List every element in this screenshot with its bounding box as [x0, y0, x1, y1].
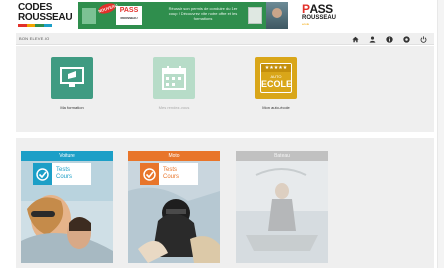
banner-text: Réussir son permis de conduire du 1er co…: [168, 6, 238, 21]
toolbar: BON ELEVE.IO: [16, 33, 434, 45]
pass-logo-rest: ASS: [309, 2, 334, 16]
tests-cours-text: Tests Cours: [52, 163, 91, 185]
pass-rousseau-logo-tag: ecole: [302, 22, 310, 26]
auto-ecole-sign-icon: ★★★★★ AUTO ECOLE: [260, 63, 292, 93]
info-icon[interactable]: [384, 34, 394, 44]
tests-cours-badge[interactable]: Tests Cours: [33, 163, 91, 185]
banner-calendar-image: [248, 7, 262, 24]
pass-logo-letter: P: [302, 2, 310, 16]
nouveau-badge: NOUVEAU: [97, 2, 119, 16]
power-icon[interactable]: [418, 34, 428, 44]
settings-icon[interactable]: [401, 34, 411, 44]
card-moto[interactable]: Moto Tests Cours: [128, 151, 220, 263]
monitor-icon: [60, 67, 84, 87]
logo-line-2: ROUSSEAU: [18, 12, 73, 23]
tests-cours-badge[interactable]: Tests Cours: [140, 163, 198, 185]
banner-driver-image: [266, 2, 288, 29]
tile-icon-bg: [153, 57, 195, 99]
codes-rousseau-logo[interactable]: CODES ROUSSEAU: [18, 3, 73, 29]
bateau-photo-art: [236, 161, 328, 263]
card-title: Moto: [128, 151, 220, 161]
tests-link[interactable]: Tests: [163, 167, 198, 174]
toolbar-icons: [350, 34, 428, 44]
bateau-photo: [236, 161, 328, 263]
card-voiture[interactable]: Voiture Tests Cours: [21, 151, 113, 263]
toolbar-label: BON ELEVE.IO: [19, 36, 50, 41]
pass-brand: PASS: [119, 7, 139, 14]
tests-link[interactable]: Tests: [56, 167, 91, 174]
sign-stars: ★★★★★: [261, 64, 291, 72]
cours-link[interactable]: Cours: [163, 174, 198, 181]
header: CODES ROUSSEAU NOUVEAU PASS ROUSSEAU Réu…: [16, 0, 434, 31]
banner-phone-image: [82, 8, 96, 24]
check-circle-icon: [33, 163, 52, 185]
pass-rousseau-mini-logo: PASS ROUSSEAU: [116, 6, 142, 25]
logo-color-stripe: [18, 24, 52, 27]
tile-label: Mon auto-école: [262, 105, 290, 110]
pass-rousseau-logo-title: PASS: [302, 3, 342, 15]
tile-icon-bg: [51, 57, 93, 99]
calendar-icon: [162, 66, 186, 90]
promo-banner[interactable]: NOUVEAU PASS ROUSSEAU Réussir son permis…: [78, 2, 288, 29]
tile-mon-auto-ecole[interactable]: ★★★★★ AUTO ECOLE Mon auto-école: [246, 57, 306, 110]
tiles-panel: Ma formation Mes rendez-vous ★★★★★ AUTO: [16, 46, 434, 132]
pass-sub: ROUSSEAU: [120, 16, 138, 20]
page-scrollbar[interactable]: [437, 0, 444, 268]
card-bateau[interactable]: Bateau: [236, 151, 328, 263]
app-page: CODES ROUSSEAU NOUVEAU PASS ROUSSEAU Réu…: [16, 0, 434, 268]
tile-mes-rendez-vous[interactable]: Mes rendez-vous: [144, 57, 204, 110]
tile-icon-bg: ★★★★★ AUTO ECOLE: [255, 57, 297, 99]
card-title: Bateau: [236, 151, 328, 161]
card-title: Voiture: [21, 151, 113, 161]
tile-label: Ma formation: [60, 105, 84, 110]
tile-label: Mes rendez-vous: [158, 105, 190, 110]
sign-bottom: ECOLE: [261, 79, 293, 89]
pass-rousseau-logo[interactable]: PASS ROUSSEAU ecole: [302, 3, 342, 29]
tile-ma-formation[interactable]: Ma formation: [42, 57, 102, 110]
user-icon[interactable]: [367, 34, 377, 44]
tests-cours-text: Tests Cours: [159, 163, 198, 185]
pass-rousseau-logo-sub: ROUSSEAU: [302, 15, 337, 21]
cards-panel: Voiture Tests Cours Moto Tests Cours Bat…: [16, 138, 434, 268]
check-circle-icon: [140, 163, 159, 185]
home-icon[interactable]: [350, 34, 360, 44]
cours-link[interactable]: Cours: [56, 174, 91, 181]
